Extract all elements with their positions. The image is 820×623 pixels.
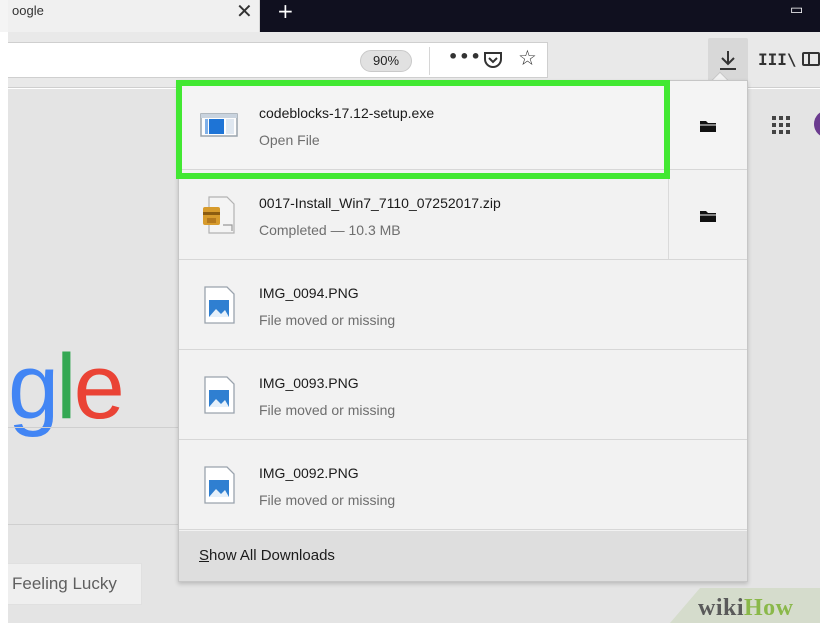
- download-arrow-icon: [720, 51, 736, 70]
- image-file-icon: [204, 466, 235, 504]
- download-item-open[interactable]: IMG_0092.PNG File moved or missing: [179, 441, 667, 529]
- bookmark-star-icon[interactable]: ☆: [518, 46, 537, 70]
- wikihow-watermark: wikiHow: [698, 595, 794, 622]
- show-all-access-key: S: [199, 547, 210, 564]
- download-status: Completed — 10.3 MB: [259, 222, 401, 238]
- image-file-icon: [204, 286, 235, 324]
- download-item[interactable]: 0017-Install_Win7_7110_07252017.zip Comp…: [179, 171, 747, 260]
- downloads-button[interactable]: [708, 38, 748, 82]
- download-item[interactable]: IMG_0093.PNG File moved or missing: [179, 351, 747, 440]
- download-status: File moved or missing: [259, 312, 396, 328]
- tab-google[interactable]: oogle ✕: [8, 0, 260, 32]
- download-item-open[interactable]: IMG_0094.PNG File moved or missing: [179, 261, 667, 349]
- address-bar-divider: [429, 47, 430, 75]
- show-all-label: how All Downloads: [209, 547, 335, 564]
- library-icon[interactable]: III\: [758, 50, 797, 69]
- tab-title: oogle: [12, 3, 44, 18]
- image-file-icon: [204, 376, 235, 414]
- zip-archive-icon: [203, 196, 235, 234]
- tab-overflow-icon[interactable]: ▭: [790, 2, 803, 18]
- download-item[interactable]: IMG_0092.PNG File moved or missing: [179, 441, 747, 530]
- new-tab-button[interactable]: +: [277, 1, 294, 21]
- download-status: File moved or missing: [259, 492, 396, 508]
- download-item-open[interactable]: IMG_0093.PNG File moved or missing: [179, 351, 667, 439]
- show-in-folder-button[interactable]: [668, 81, 747, 169]
- watermark-wiki: wiki: [698, 595, 745, 621]
- download-file-name: 0017-Install_Win7_7110_07252017.zip: [259, 195, 501, 211]
- tab-strip-background: [260, 0, 820, 32]
- download-file-name: IMG_0094.PNG: [259, 285, 359, 301]
- download-status: File moved or missing: [259, 402, 396, 418]
- pocket-icon[interactable]: [482, 49, 504, 71]
- address-bar[interactable]: 90% ••• ☆: [8, 42, 548, 78]
- download-file-name: IMG_0092.PNG: [259, 465, 359, 481]
- search-box-edge: [8, 427, 180, 428]
- avatar[interactable]: [814, 110, 820, 138]
- download-file-name: IMG_0093.PNG: [259, 375, 359, 391]
- watermark-how: How: [744, 595, 794, 621]
- folder-icon: [700, 121, 716, 132]
- apps-grid-icon[interactable]: [772, 116, 792, 136]
- feeling-lucky-button[interactable]: Feeling Lucky: [8, 563, 142, 605]
- show-in-folder-button[interactable]: [668, 171, 747, 259]
- download-item-open[interactable]: 0017-Install_Win7_7110_07252017.zip Comp…: [179, 171, 667, 259]
- logo-letter-g: g: [8, 336, 59, 438]
- close-tab-icon[interactable]: ✕: [236, 1, 253, 21]
- zoom-level-badge[interactable]: 90%: [360, 50, 412, 72]
- page-actions-more-icon[interactable]: •••: [448, 47, 482, 66]
- tab-strip: oogle ✕ + ▭: [0, 0, 820, 32]
- logo-letter-e: e: [73, 336, 125, 438]
- folder-icon: [700, 211, 716, 222]
- highlight-box: [176, 80, 670, 179]
- sidebar-icon[interactable]: [802, 52, 820, 66]
- show-all-downloads-button[interactable]: Show All Downloads: [179, 531, 747, 581]
- download-item[interactable]: IMG_0094.PNG File moved or missing: [179, 261, 747, 350]
- logo-letter-l: l: [56, 336, 77, 438]
- google-logo: gle: [8, 336, 125, 438]
- search-box-edge: [8, 524, 180, 525]
